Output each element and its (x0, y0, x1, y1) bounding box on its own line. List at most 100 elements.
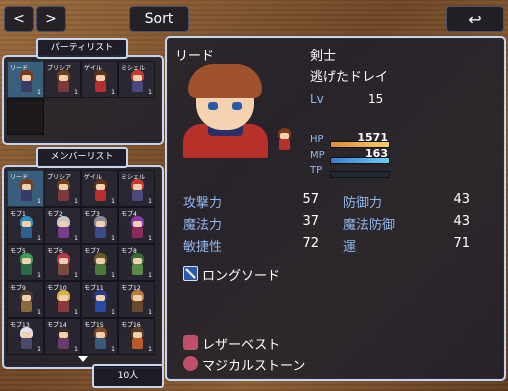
sword-icon (183, 266, 198, 281)
members-member-cell[interactable]: モブ14 1 (44, 318, 81, 355)
members-member-cell[interactable]: モブ6 1 (44, 244, 81, 281)
hp-label: HP (310, 134, 324, 145)
character-sprite (55, 70, 72, 94)
member-level: 1 (148, 272, 152, 279)
level-value: 15 (368, 92, 384, 106)
member-name: モブ16 (121, 322, 141, 329)
actor-portrait (178, 62, 273, 158)
members-member-cell[interactable]: モブ15 1 (81, 318, 118, 355)
member-name: モブ13 (10, 322, 30, 329)
member-level: 1 (148, 346, 152, 353)
member-name: モブ10 (47, 285, 67, 292)
members-member-cell[interactable]: プリシア 1 (44, 170, 81, 207)
chevron-right-icon: > (45, 11, 57, 27)
level-label: Lv (310, 92, 324, 106)
member-name: モブ8 (121, 248, 137, 255)
param-value: 57 (302, 192, 319, 207)
member-level: 1 (74, 198, 78, 205)
party-member-cell[interactable]: ゲイル 1 (81, 61, 118, 98)
param-label: 防御力 (343, 196, 383, 211)
members-member-cell[interactable]: モブ7 1 (81, 244, 118, 281)
party-member-cell[interactable]: ミシェル 1 (118, 61, 155, 98)
party-member-cell[interactable]: リード 1 (7, 61, 44, 98)
character-sprite (18, 327, 35, 351)
members-member-cell[interactable]: モブ5 1 (7, 244, 44, 281)
character-sprite (92, 253, 109, 277)
character-sprite (18, 290, 35, 314)
member-name: モブ6 (47, 248, 63, 255)
member-count: 10人 (92, 364, 164, 388)
members-member-cell[interactable]: モブ11 1 (81, 281, 118, 318)
prev-page-button[interactable]: < (4, 6, 34, 32)
scroll-down-indicator[interactable] (78, 356, 88, 362)
member-level: 1 (74, 346, 78, 353)
member-level: 1 (74, 89, 78, 96)
members-member-cell[interactable]: ミシェル 1 (118, 170, 155, 207)
member-level: 1 (111, 235, 115, 242)
member-level: 1 (111, 89, 115, 96)
member-level: 1 (37, 198, 41, 205)
member-name: モブ4 (121, 211, 137, 218)
member-name: プリシア (47, 174, 72, 181)
members-member-cell[interactable]: モブ4 1 (118, 207, 155, 244)
member-list-title: メンバーリスト (36, 147, 128, 168)
sort-button[interactable]: Sort (129, 6, 189, 32)
members-member-cell[interactable]: モブ8 1 (118, 244, 155, 281)
character-sprite (18, 216, 35, 240)
members-member-cell[interactable]: モブ10 1 (44, 281, 81, 318)
member-name: プリシア (47, 65, 72, 72)
members-member-cell[interactable]: モブ12 1 (118, 281, 155, 318)
param-label: 運 (343, 240, 357, 255)
members-member-cell[interactable]: モブ2 1 (44, 207, 81, 244)
party-grid: リード 1 プリシア 1 ゲイル 1 ミシェル 1 (7, 61, 155, 135)
character-sprite (55, 290, 72, 314)
tp-gauge (330, 171, 390, 178)
return-arrow-icon: ↩ (468, 9, 482, 29)
members-member-cell[interactable]: モブ1 1 (7, 207, 44, 244)
weapon-name: ロングソード (202, 269, 281, 284)
accessory-icon (183, 356, 198, 371)
members-member-cell[interactable]: リード 1 (7, 170, 44, 207)
member-level: 1 (37, 346, 41, 353)
character-sprite (55, 216, 72, 240)
param-value: 71 (453, 236, 470, 251)
armor-icon (183, 335, 198, 350)
member-name: リード (10, 65, 29, 72)
character-sprite (18, 179, 35, 203)
character-sprite (55, 253, 72, 277)
members-member-cell[interactable]: モブ3 1 (81, 207, 118, 244)
character-sprite (55, 179, 72, 203)
character-sprite (92, 327, 109, 351)
actor-sprite (276, 128, 293, 152)
member-level: 1 (37, 309, 41, 316)
param-value: 43 (453, 192, 470, 207)
member-name: モブ2 (47, 211, 63, 218)
member-level: 1 (74, 309, 78, 316)
next-page-button[interactable]: > (36, 6, 66, 32)
character-sprite (129, 327, 146, 351)
members-member-cell[interactable]: ゲイル 1 (81, 170, 118, 207)
actor-title: 逃げたドレイ (310, 70, 389, 85)
members-member-cell[interactable]: モブ16 1 (118, 318, 155, 355)
member-name: ゲイル (84, 65, 102, 72)
member-level: 1 (148, 235, 152, 242)
members-member-cell[interactable]: モブ13 1 (7, 318, 44, 355)
member-grid: リード 1 プリシア 1 ゲイル 1 ミシェル 1 モブ1 1 モブ2 1 モブ3 1 モブ4 1 モブ5 1 モブ… (7, 170, 155, 355)
accessory-name: マジカルストーン (202, 359, 306, 374)
member-level: 1 (37, 235, 41, 242)
armor-name: レザーベスト (202, 338, 281, 353)
back-button[interactable]: ↩ (446, 6, 504, 32)
character-sprite (129, 216, 146, 240)
character-sprite (18, 70, 35, 94)
member-level: 1 (148, 89, 152, 96)
character-sprite (129, 253, 146, 277)
param-label: 敏捷性 (183, 240, 223, 255)
sort-label: Sort (144, 11, 174, 27)
hp-value: 1571 (357, 131, 388, 144)
param-value: 72 (302, 236, 319, 251)
empty-slot (7, 98, 44, 135)
members-member-cell[interactable]: モブ9 1 (7, 281, 44, 318)
member-name: モブ14 (47, 322, 67, 329)
member-level: 1 (111, 272, 115, 279)
party-member-cell[interactable]: プリシア 1 (44, 61, 81, 98)
